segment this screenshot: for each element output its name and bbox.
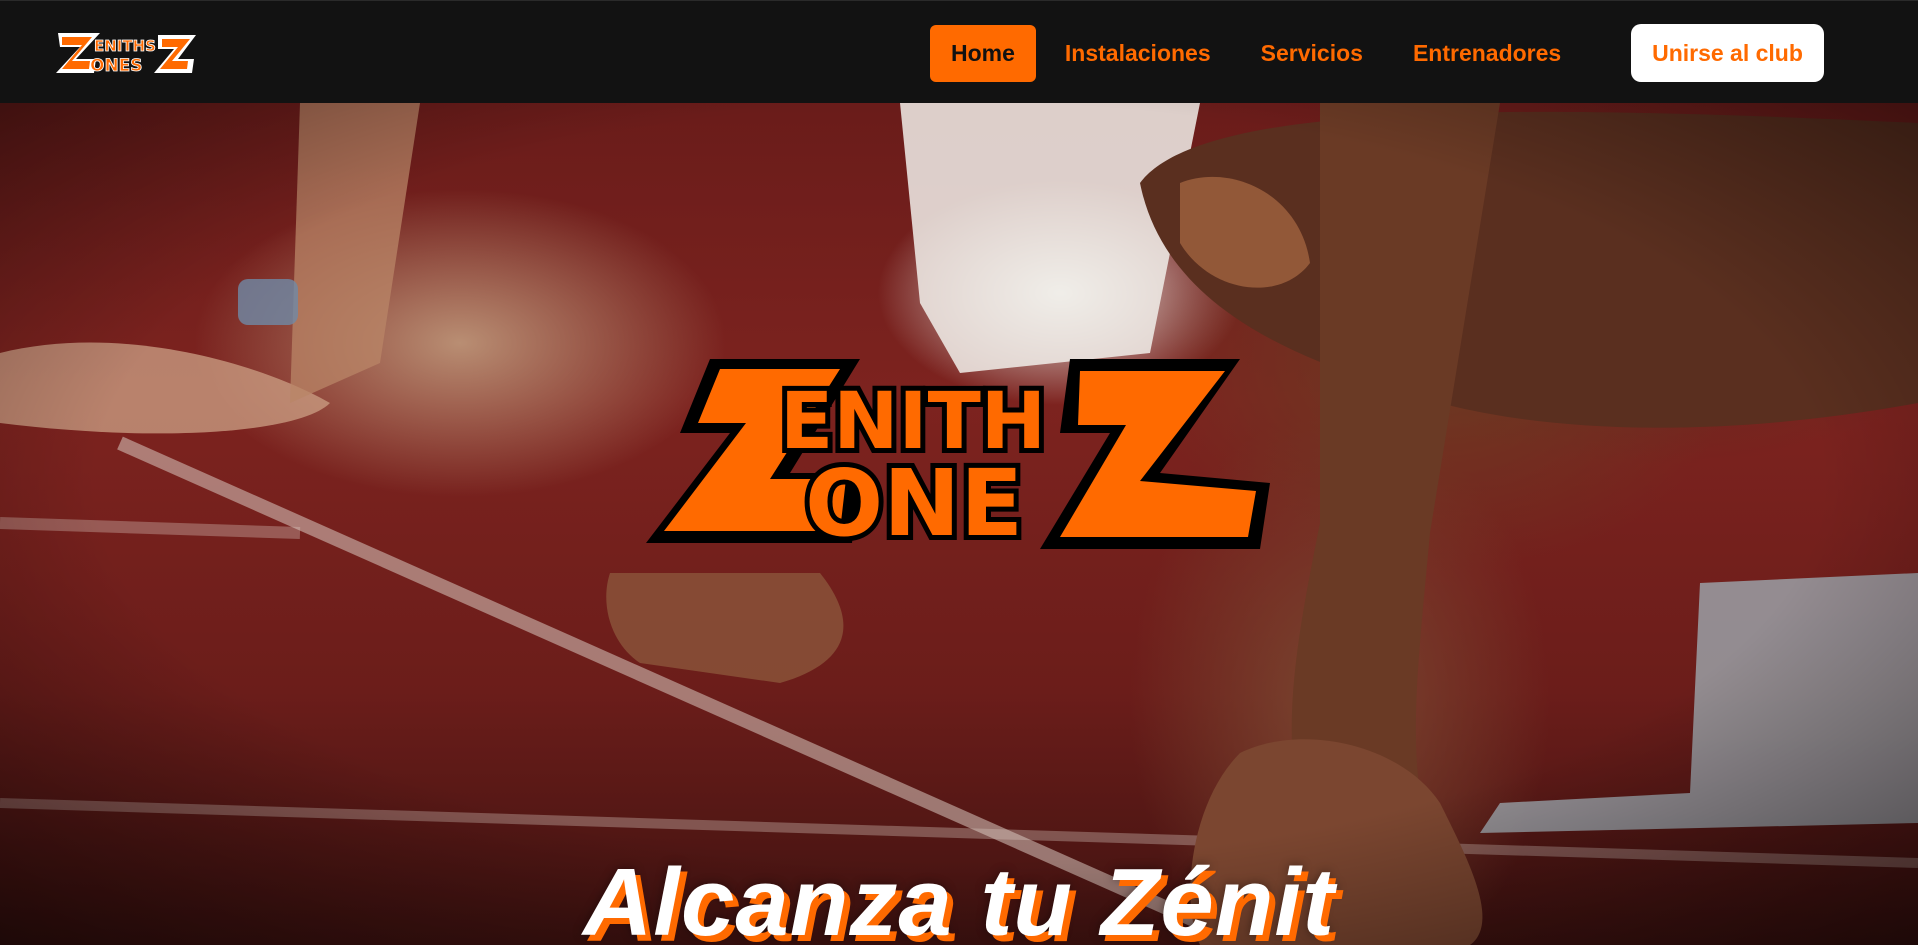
svg-text:ONES: ONES (90, 56, 143, 76)
nav-link-instalaciones[interactable]: Instalaciones (1040, 25, 1236, 82)
main-nav: Home Instalaciones Servicios Entrenadore… (930, 25, 1586, 82)
svg-text:ENITHS: ENITHS (94, 37, 156, 55)
hero-logo: ENITH ONE (646, 359, 1270, 562)
nav-link-servicios[interactable]: Servicios (1236, 25, 1388, 82)
svg-text:ONE: ONE (805, 450, 1023, 557)
nav-link-home[interactable]: Home (930, 25, 1036, 82)
top-navbar: ENITHS ONES Home Instalaciones Servicios… (0, 0, 1918, 103)
join-club-button[interactable]: Unirse al club (1631, 24, 1824, 82)
hero-section: ENITH ONE Alcanza tu Zénit (0, 103, 1918, 945)
nav-link-entrenadores[interactable]: Entrenadores (1388, 25, 1586, 82)
hero-title: Alcanza tu Zénit (582, 849, 1336, 945)
nav-logo[interactable]: ENITHS ONES (54, 29, 200, 77)
